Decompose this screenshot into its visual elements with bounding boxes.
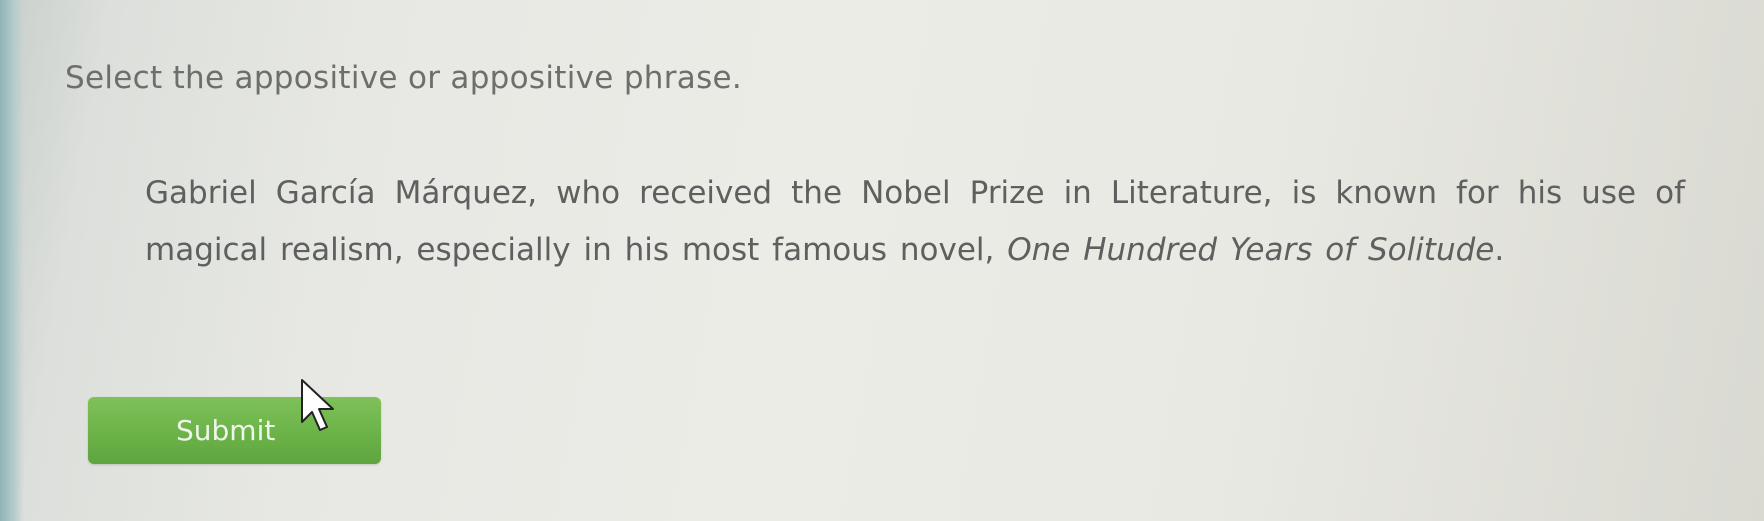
passage-text: Gabriel García Márquez, who received the…: [145, 165, 1685, 279]
novel-title[interactable]: One Hundred Years of Solitude: [1007, 232, 1494, 268]
question-prompt: Select the appositive or appositive phra…: [65, 60, 743, 96]
mouse-pointer-icon: [301, 379, 334, 431]
sentence-period: .: [1494, 232, 1505, 268]
screen-edge: [0, 0, 24, 521]
